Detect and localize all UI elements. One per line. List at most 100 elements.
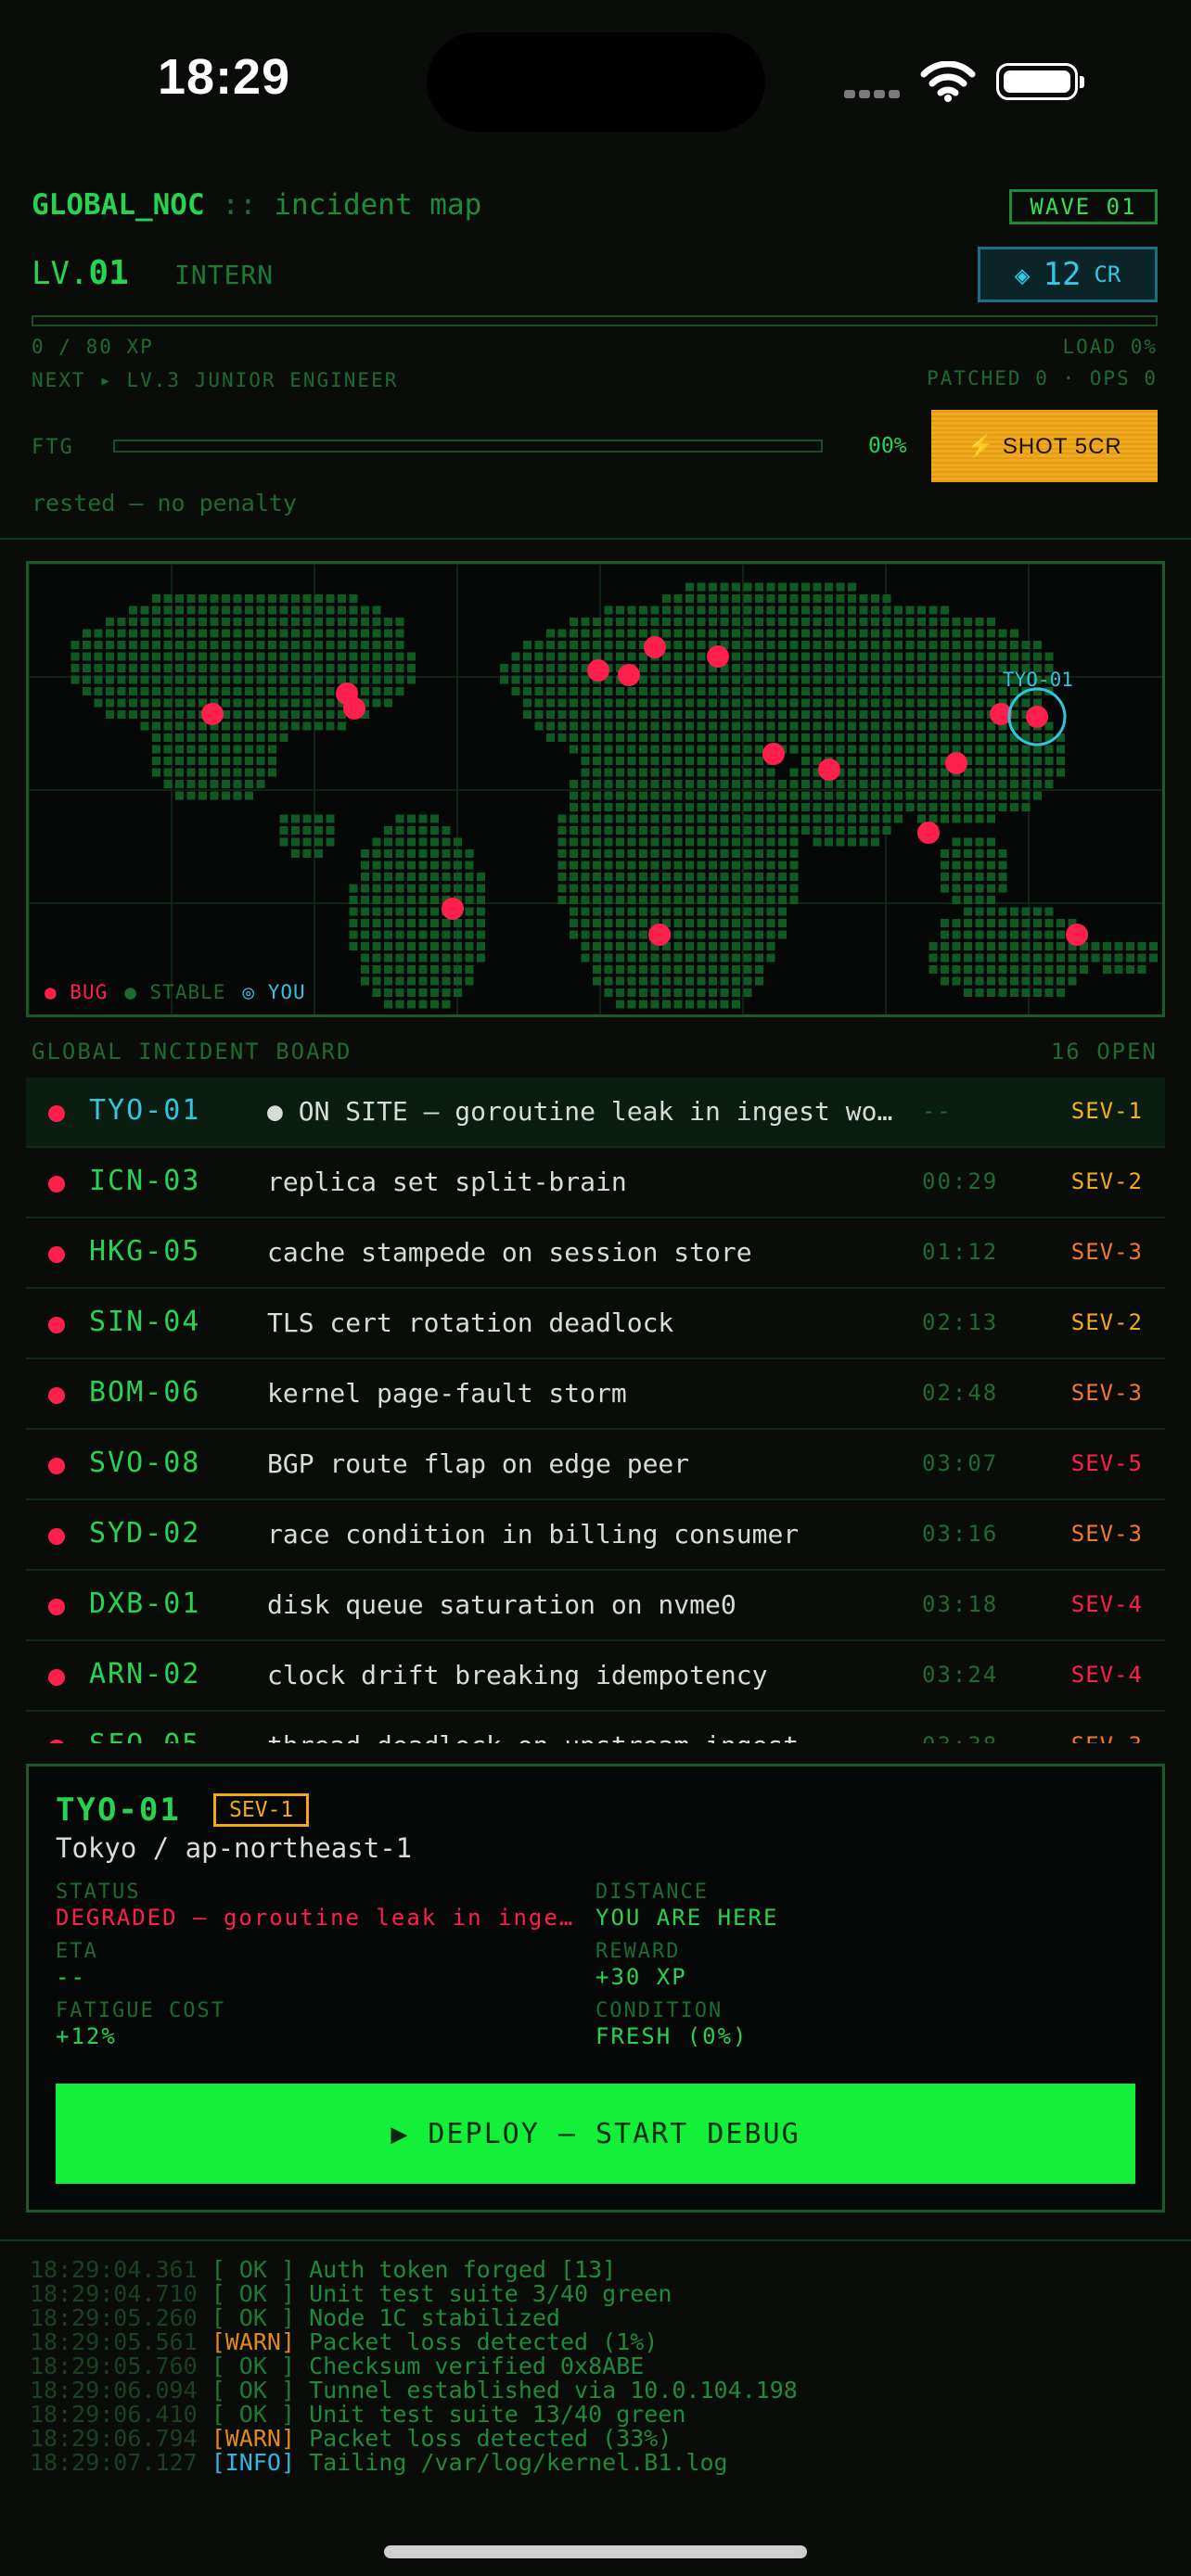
map-land-cell — [384, 988, 392, 997]
bug-marker[interactable] — [201, 703, 224, 725]
distance-value: YOU ARE HERE — [596, 1905, 779, 1931]
incident-row[interactable]: SFO-05thread deadlock on upstream ingest… — [26, 1712, 1165, 1743]
map-land-cell — [627, 768, 636, 777]
map-land-cell — [778, 803, 787, 811]
map-land-cell — [685, 710, 694, 719]
bug-marker[interactable] — [917, 822, 940, 844]
log-line: 18:29:06.094 [ OK ] Tunnel established v… — [30, 2378, 798, 2403]
bug-marker[interactable] — [644, 636, 666, 658]
map-land-cell — [245, 733, 253, 742]
map-land-cell — [186, 687, 196, 695]
map-land-cell — [673, 1000, 683, 1009]
map-land-cell — [894, 745, 903, 754]
incident-row[interactable]: DXB-01 disk queue saturation on nvme0 03:1… — [26, 1571, 1165, 1641]
bug-marker[interactable] — [587, 659, 609, 682]
map-land-cell — [384, 629, 392, 638]
map-land-cell — [570, 664, 578, 672]
map-land-cell — [372, 953, 381, 963]
map-land-cell — [407, 814, 416, 823]
you-bug-marker[interactable] — [1026, 706, 1048, 728]
incident-row[interactable]: BOM-06 kernel page-fault storm 02:48 SEV-3 — [26, 1359, 1165, 1430]
you-location-label: TYO-01 — [1003, 669, 1073, 691]
map-land-cell — [917, 791, 926, 800]
incident-map[interactable]: TYO-01 — [26, 561, 1165, 1017]
map-land-cell — [848, 606, 856, 615]
map-land-cell — [928, 698, 938, 708]
map-land-cell — [801, 641, 810, 649]
incident-code: ICN-03 — [89, 1165, 201, 1197]
map-land-cell — [534, 698, 544, 708]
load-text: LOAD 0% — [1062, 336, 1158, 358]
bug-marker[interactable] — [442, 898, 464, 920]
map-land-cell — [743, 629, 752, 638]
incident-row[interactable]: HKG-05 cache stampede on session store 01:… — [26, 1218, 1165, 1289]
map-land-cell — [662, 837, 671, 847]
map-land-cell — [604, 780, 613, 788]
map-land-cell — [477, 930, 485, 939]
map-land-cell — [106, 698, 114, 708]
map-land-cell — [709, 710, 717, 719]
map-land-cell — [163, 780, 173, 788]
home-indicator[interactable] — [384, 2545, 807, 2558]
incident-row[interactable]: ARN-02 clock drift breaking idempotency 03… — [26, 1641, 1165, 1712]
log-time: 18:29:04.361 — [30, 2256, 198, 2283]
map-land-cell — [616, 641, 624, 649]
incident-row[interactable]: SIN-04 TLS cert rotation deadlock 02:13 SEV… — [26, 1289, 1165, 1359]
bug-marker[interactable] — [762, 743, 785, 765]
map-land-cell — [1033, 733, 1042, 742]
map-land-cell — [593, 629, 601, 638]
shot-button[interactable]: ⚡ SHOT 5CR — [931, 410, 1158, 482]
map-land-cell — [395, 988, 404, 997]
map-land-cell — [941, 745, 949, 754]
map-land-cell — [952, 884, 961, 893]
incident-board[interactable]: TYO-01 ● ON SITE — goroutine leak in inge… — [26, 1078, 1165, 1743]
bug-marker[interactable] — [618, 664, 640, 686]
map-land-cell — [372, 907, 381, 916]
map-land-cell — [720, 930, 729, 939]
map-land-cell — [604, 641, 613, 649]
bug-marker[interactable] — [648, 924, 671, 946]
map-land-cell — [662, 629, 671, 638]
map-land-cell — [975, 849, 984, 858]
incident-row[interactable]: TYO-01 ● ON SITE — goroutine leak in inge… — [26, 1078, 1165, 1148]
map-land-cell — [210, 664, 219, 672]
bug-marker[interactable] — [707, 645, 729, 668]
map-land-cell — [836, 791, 845, 800]
map-land-cell — [673, 884, 683, 893]
map-land-cell — [975, 814, 984, 823]
map-land-cell — [639, 988, 647, 997]
bug-marker[interactable] — [1066, 924, 1088, 946]
map-land-cell — [743, 606, 752, 615]
incident-row[interactable]: ICN-03 replica set split-brain 00:29 SEV-2 — [26, 1148, 1165, 1218]
map-land-cell — [395, 687, 404, 695]
map-land-cell — [941, 721, 949, 731]
map-land-cell — [349, 641, 358, 649]
deploy-button[interactable]: ▶ DEPLOY — START DEBUG — [56, 2084, 1135, 2184]
incident-description: disk queue saturation on nvme0 — [267, 1589, 736, 1620]
map-land-cell — [743, 582, 752, 592]
map-land-cell — [848, 710, 856, 719]
incident-row[interactable]: SVO-08 BGP route flap on edge peer 03:07 SE… — [26, 1430, 1165, 1500]
map-land-cell — [975, 687, 984, 695]
map-land-cell — [766, 652, 775, 661]
map-land-cell — [222, 745, 230, 754]
map-land-cell — [546, 664, 555, 672]
map-land-cell — [697, 698, 706, 708]
map-land-cell — [720, 814, 729, 823]
map-land-cell — [570, 629, 578, 638]
map-land-cell — [743, 618, 752, 626]
map-land-cell — [581, 768, 590, 777]
incident-row[interactable]: SYD-02 race condition in billing consumer… — [26, 1500, 1165, 1571]
map-land-cell — [778, 919, 787, 927]
map-land-cell — [581, 884, 590, 893]
bug-marker[interactable] — [343, 697, 365, 720]
map-land-cell — [952, 733, 961, 742]
map-land-cell — [557, 814, 567, 823]
bug-marker[interactable] — [818, 759, 840, 781]
map-land-cell — [314, 675, 323, 684]
credits-badge[interactable]: ◈ 12 CR — [978, 247, 1158, 302]
bug-marker[interactable] — [945, 752, 967, 774]
map-land-cell — [557, 884, 567, 893]
map-land-cell — [418, 919, 428, 927]
map-land-cell — [697, 641, 706, 649]
